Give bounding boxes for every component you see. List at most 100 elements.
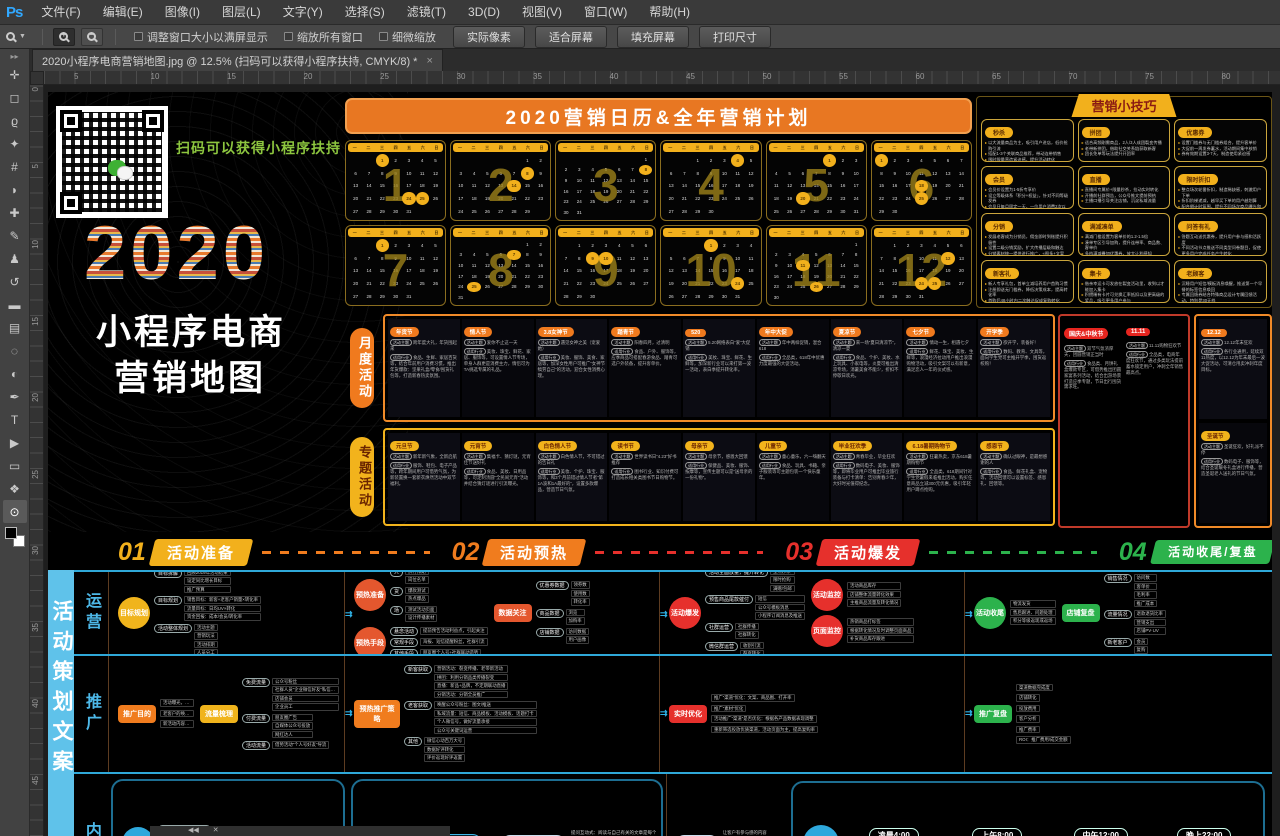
industry-label: 适用行业 (464, 348, 486, 355)
branch-item: 活动排期 (194, 641, 218, 649)
menu-item-3D[interactable]: 3D(D) (457, 0, 511, 25)
marquee-tool[interactable]: ◻ (3, 86, 27, 109)
festival-industry: 适用行业数码电子、服饰等，结合圣诞暖冬礼盒进行传播，营造圣诞老人送礼的节日气氛。 (1201, 458, 1265, 477)
menu-item-窗口[interactable]: 窗口(W) (573, 0, 638, 25)
menu-item-文件[interactable]: 文件(F) (30, 0, 91, 25)
highlighted-date: 10 (599, 252, 612, 265)
poster-title-year: 2020 (84, 210, 269, 297)
tip-line: 设立等级体系「积分+权益」，针对不同等级发券 (985, 193, 1070, 204)
activity-name: 3.8女神节 (538, 327, 574, 337)
festival-theme: 活动主题11.11购物狂欢节 (1126, 342, 1184, 349)
menu-item-滤镜[interactable]: 滤镜(T) (396, 0, 457, 25)
theme-label: 活动主题 (759, 453, 781, 460)
type-tool[interactable]: T (3, 408, 27, 431)
hand-tool[interactable]: ❖ (3, 477, 27, 500)
theme-label: 活动主题 (390, 339, 412, 346)
button-打印尺寸[interactable]: 打印尺寸 (699, 26, 771, 48)
zoom-out-button[interactable]: − (81, 28, 103, 46)
menu-item-帮助[interactable]: 帮助(H) (638, 0, 701, 25)
close-icon[interactable]: ✕ (213, 826, 219, 836)
industry-label: 适用行业 (759, 354, 781, 361)
month-number: 1 (346, 149, 445, 220)
calendar-month: 一二三四五六日123456789101112131415161718192021… (871, 140, 972, 221)
branch-item: 营销活动：裂变传播、老带新活动 (434, 665, 508, 673)
month-number: 4 (661, 149, 760, 220)
ruler-number: 20 (304, 72, 313, 81)
pen-tool[interactable]: ✒ (3, 385, 27, 408)
crop-tool[interactable]: # (3, 155, 27, 178)
checkbox-调整窗口大小以满屏显示[interactable]: 调整窗口大小以满屏显示 (134, 29, 268, 45)
mindmap-branch: 新老客户会员复购新客 (1104, 638, 1166, 655)
gradient-tool[interactable]: ▤ (3, 316, 27, 339)
history-brush-tool[interactable]: ↺ (3, 270, 27, 293)
highlighted-date: 11 (796, 260, 809, 271)
checkbox-缩放所有窗口[interactable]: 缩放所有窗口 (284, 29, 363, 45)
option-checkboxes: 调整窗口大小以满屏显示缩放所有窗口细微缩放 (126, 29, 444, 45)
industry-label: 适用行业 (390, 354, 412, 361)
collapse-icon[interactable]: ▸▸ (10, 52, 18, 61)
mindmap-node: 内容 (122, 827, 154, 836)
button-填充屏幕[interactable]: 填充屏幕 (617, 26, 689, 48)
activity-theme: 活动主题确认过眼神，是最想感谢的人 (980, 453, 1048, 466)
festival-theme: 活动主题圣诞狂欢，好礼派不停 (1201, 443, 1265, 456)
menu-item-选择[interactable]: 选择(S) (334, 0, 396, 25)
activity-industry: 适用行业食品、个护、美妆、水上玩具、小家电等，炎夏可推出清凉专场，消暑美食不能少… (833, 354, 901, 378)
button-适合屏幕[interactable]: 适合屏幕 (535, 26, 607, 48)
mindmap-node: 预热准备 (354, 579, 386, 611)
eraser-tool[interactable]: ▬ (3, 293, 27, 316)
zoom-tool[interactable]: ⊙ (3, 500, 27, 523)
branch-item: 推广“素材”优化 (711, 705, 746, 713)
zoom-tool-preset[interactable]: ▼ (0, 32, 32, 41)
healing-brush-tool[interactable]: ✚ (3, 201, 27, 224)
lasso-tool[interactable]: ϱ (3, 109, 27, 132)
color-swatches[interactable] (5, 527, 25, 547)
branch-item: 资金回报：成本/会员/转化率 (184, 613, 261, 621)
button-实际像素[interactable]: 实际像素 (453, 26, 525, 48)
path-select-tool[interactable]: ▶ (3, 431, 27, 454)
zoom-in-button[interactable]: + (53, 28, 75, 46)
branch-item: 推广“渠道”优化：文案、商品图、打开率 (711, 694, 795, 702)
menu-item-视图[interactable]: 视图(V) (511, 0, 573, 25)
blur-tool[interactable]: ◌ (3, 339, 27, 362)
branch-item: 访问数 (1134, 574, 1158, 582)
taskbar-peek[interactable]: ◀◀ ✕ (150, 826, 450, 836)
menu-item-图层[interactable]: 图层(L) (211, 0, 272, 25)
tip-card: 集卡借亲幸运卡可发放在裂变活动里，收到以才能加入集卡积攒稀有卡片可兑换汇率抵扣以… (1078, 260, 1171, 303)
tip-label: 优惠券 (1178, 127, 1212, 138)
rewind-icon[interactable]: ◀◀ (188, 826, 199, 836)
clone-stamp-tool[interactable]: ♟ (3, 247, 27, 270)
checkbox-细微缩放[interactable]: 细微缩放 (379, 29, 436, 45)
ruler-number: 35 (533, 72, 542, 81)
quick-select-tool[interactable]: ✦ (3, 132, 27, 155)
close-icon[interactable]: × (426, 55, 432, 67)
mindmap-group: 店铺复盘目标完成率销售情况访问数客单价毛利率推广成本流量情况退款退货比率营销支出… (1062, 572, 1166, 654)
move-tool[interactable]: ✛ (3, 63, 27, 86)
mindmap-branch: 其他手段朋友圈个人号+社群联动造势 (390, 649, 488, 654)
canvas-area[interactable]: 5101520253035404550556065707580 05101520… (30, 71, 1280, 836)
phase-cell: 预热准备人执行排期岗位名单货爆款测试热点爆品场测试活动页面设计传播素材预热手段悬… (344, 572, 659, 654)
activity-card: 母亲节活动主题母亲节，感恩大回馈适用行业保健品、美妆、服饰、按摩等，宣传主题可以… (683, 433, 755, 521)
tip-line: 借亲幸运卡可发放在裂变活动里，收到以才能加入集卡 (1082, 281, 1167, 292)
brush-tool[interactable]: ✎ (3, 224, 27, 247)
ruler-number: 5 (31, 164, 40, 168)
activity-theme: 活动主题遇见女神之美（宠爱她） (538, 339, 606, 352)
dodge-tool[interactable]: ◐ (3, 362, 27, 385)
activity-industry: 适用行业鲜花、珠宝、美妆、生鲜等，浪漫经济拉动用户推出浪漫购物活动，吸引文案可以… (906, 348, 974, 372)
document-tab[interactable]: 2020小程序电商营销地图.jpg @ 12.5% (扫码可以获得小程序扶持, … (32, 49, 443, 71)
mindmap-node: 实时优化 (669, 705, 707, 723)
mindmap-branch: 活动全面放量，提升转化整点秒杀限时抢购满赠/包邮 (705, 572, 805, 593)
foreground-color-swatch[interactable] (5, 527, 17, 539)
branch-item: 网红达人 (272, 731, 313, 739)
tip-label: 问答有礼 (1178, 221, 1218, 232)
eyedropper-tool[interactable]: ◗ (3, 178, 27, 201)
menu-item-图像[interactable]: 图像(I) (154, 0, 211, 25)
branch-item: 毛利率 (1134, 591, 1158, 599)
tip-card: 分销发展老客成为分销员，佣金即时到账提升积极性设置二级分销奖励，扩大传播层级和触… (981, 213, 1074, 256)
tip-line: 发展老客成为分销员，佣金即时到账提升积极性 (985, 234, 1070, 245)
festival-industry: 适用行业全品类，电商年度狂欢节，通过多类玩法提前蓄水锁定用户，冲刺全年销售最高点… (1126, 351, 1184, 375)
menu-item-文字[interactable]: 文字(Y) (272, 0, 334, 25)
calendar-month: 一二三四五六日123456789101112131415161718192021… (555, 140, 656, 221)
tip-line: 主播口播引导关注店铺，沉淀私域流量 (1082, 198, 1167, 204)
shape-tool[interactable]: ▭ (3, 454, 27, 477)
menu-item-编辑[interactable]: 编辑(E) (92, 0, 154, 25)
